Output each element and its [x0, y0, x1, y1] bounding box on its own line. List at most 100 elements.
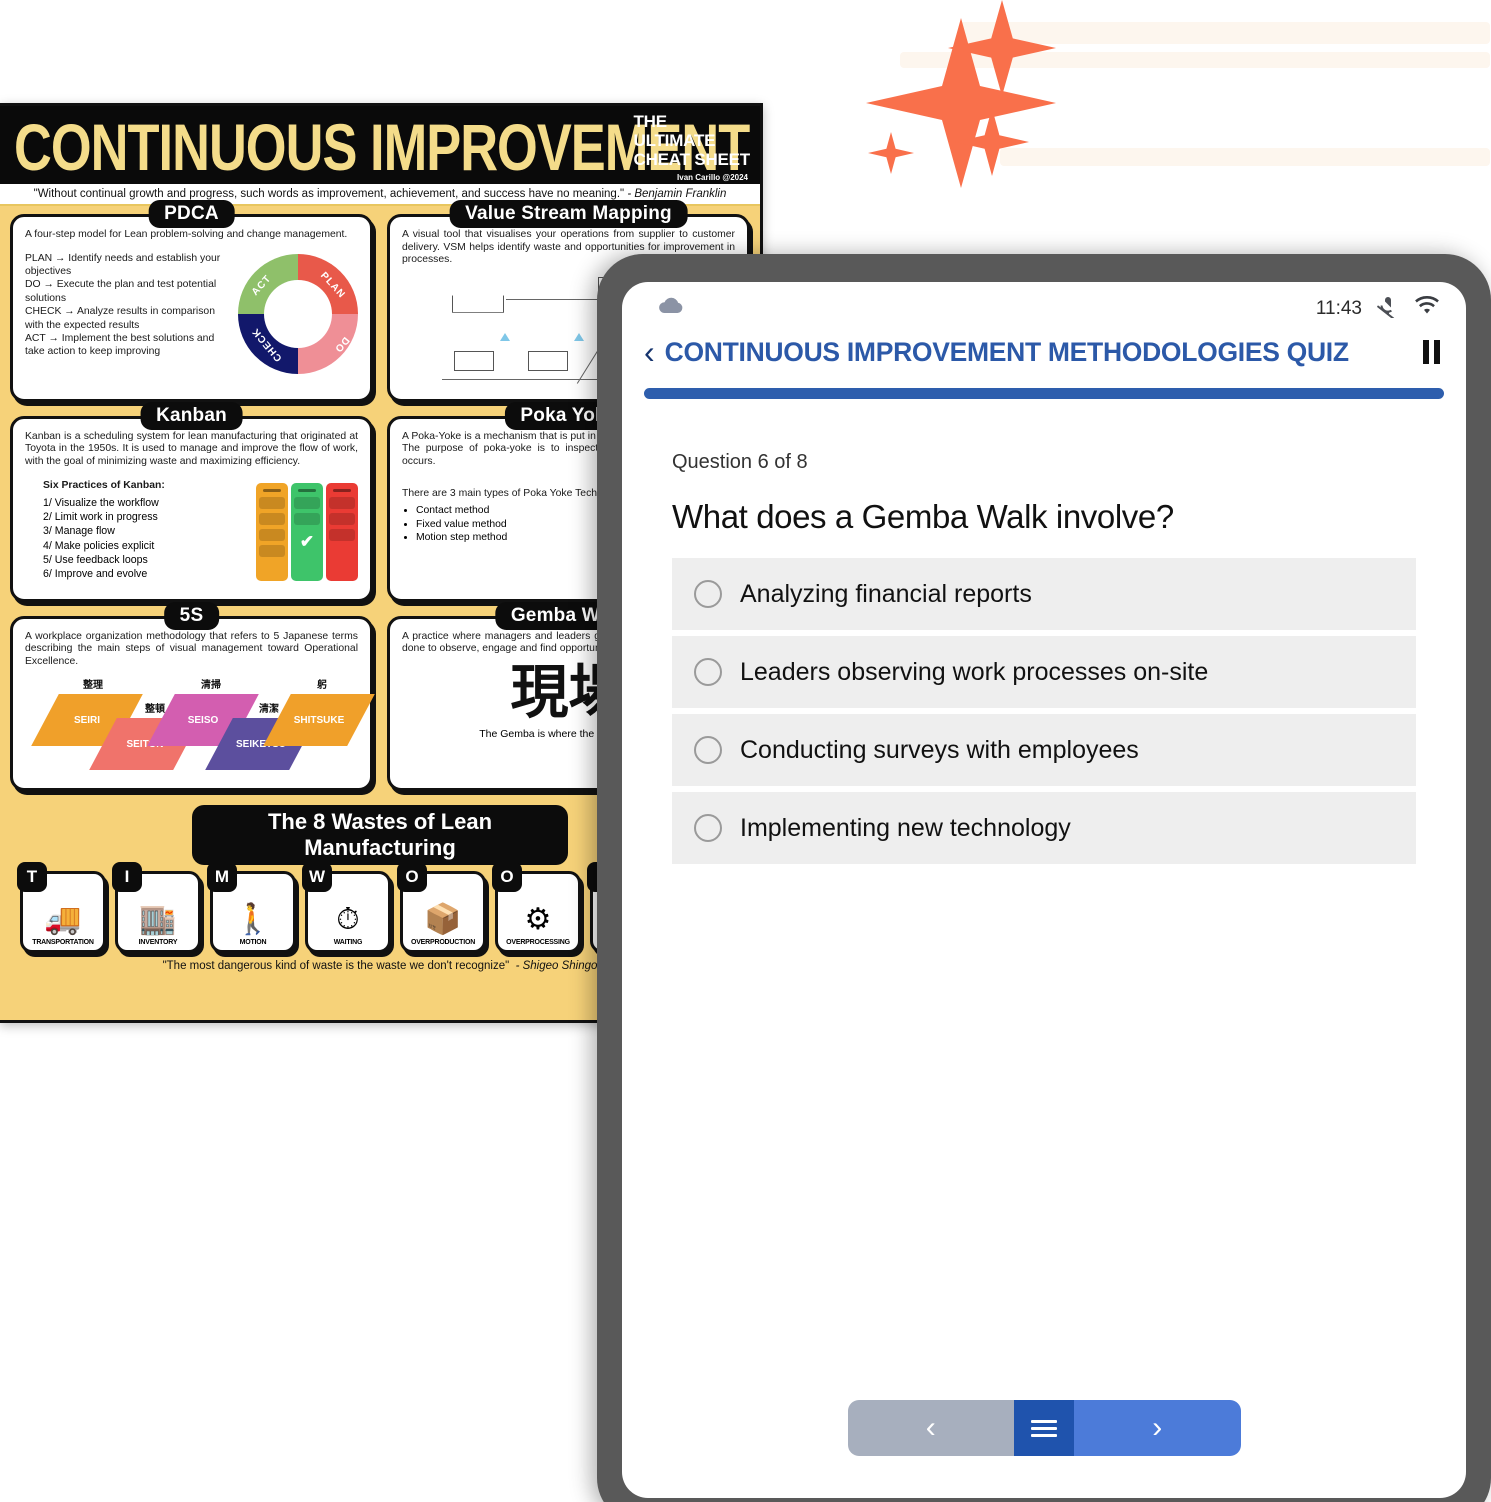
kanban-column-todo	[256, 482, 288, 582]
poster-header: CONTINUOUS IMPROVEMENT THE ULTIMATE CHEA…	[0, 106, 760, 184]
answer-option-label: Implementing new technology	[740, 813, 1071, 842]
waste-letter: M	[207, 861, 237, 892]
sparkle-star-icon	[868, 132, 914, 174]
gear-icon: ⚙	[524, 902, 552, 936]
list-item: 4/ Make policies explicit	[43, 539, 155, 552]
decor-band	[1000, 148, 1490, 166]
answer-options-list: Analyzing financial reports Leaders obse…	[672, 558, 1416, 864]
card-5s: 5S A workplace organization methodology …	[10, 601, 375, 791]
card-intro: A workplace organization methodology tha…	[25, 630, 358, 667]
card-kanban: Kanban Kanban is a scheduling system for…	[10, 401, 373, 602]
kanban-column-header	[262, 488, 282, 492]
hamburger-menu-icon	[1031, 1416, 1057, 1441]
answer-option-1[interactable]: Analyzing financial reports	[672, 558, 1416, 630]
status-bar: 11:43	[622, 282, 1466, 326]
card-pdca: PDCA A four-step model for Lean problem-…	[10, 200, 373, 402]
chevron-right-icon: ›	[1152, 1411, 1163, 1444]
waste-letter: W	[302, 861, 332, 892]
fives-label: SHITSUKE	[293, 714, 345, 726]
vsm-process-box	[454, 350, 494, 371]
quiz-header: ‹ CONTINUOUS IMPROVEMENT METHODOLOGIES Q…	[622, 326, 1466, 378]
poster-quote-text: "Without continual growth and progress, …	[33, 188, 625, 200]
answer-option-label: Leaders observing work processes on-site	[740, 657, 1209, 686]
waste-letter: O	[492, 861, 522, 892]
kanban-column-header	[297, 488, 317, 492]
progress-bar-container	[622, 378, 1466, 399]
chevron-left-icon: ‹	[925, 1411, 936, 1444]
radio-button-icon[interactable]	[694, 580, 722, 608]
waste-name: INVENTORY	[138, 938, 178, 946]
question-menu-button[interactable]	[1014, 1400, 1074, 1456]
waste-transportation: T 🚚 TRANSPORTATION	[17, 861, 106, 953]
card-intro: A four-step model for Lean problem-solvi…	[25, 229, 348, 240]
waste-motion: M 🚶 MOTION	[207, 861, 296, 953]
waste-name: MOTION	[239, 938, 267, 946]
vsm-supplier-icon	[452, 291, 504, 313]
pause-button[interactable]	[1423, 340, 1440, 364]
poster-credit: Ivan Carillo @2024	[677, 173, 748, 182]
answer-option-label: Conducting surveys with employees	[740, 735, 1139, 764]
screenshot-root: CONTINUOUS IMPROVEMENT THE ULTIMATE CHEA…	[0, 0, 1491, 1502]
wastes-title: The 8 Wastes of Lean Manufacturing	[192, 804, 568, 865]
kanban-practices-list: 1/ Visualize the workflow 2/ Limit work …	[43, 496, 250, 581]
previous-question-button[interactable]: ‹	[847, 1400, 1014, 1456]
tablet-device-frame: 11:43 ‹ CONTINUOUS IMPROVEMENT METHODOLO…	[597, 254, 1491, 1502]
pdca-steps: PLAN → Identify needs and establish your…	[25, 252, 221, 358]
fives-block-shitsuke: SHITSUKE	[263, 694, 375, 747]
donut-label-act: ACT	[249, 272, 274, 298]
kanji-shitsuke: 躬	[317, 680, 327, 692]
waste-name: OVERPROCESSING	[506, 938, 570, 946]
waste-name: OVERPRODUCTION	[410, 938, 476, 946]
waste-overproduction: O 📦 OVERPRODUCTION	[397, 861, 486, 953]
status-right-group: 11:43	[1316, 294, 1440, 323]
vsm-arrow	[506, 298, 598, 300]
list-item: 1/ Visualize the workflow	[43, 496, 159, 509]
cloud-icon	[658, 296, 684, 319]
progress-bar	[644, 388, 1444, 399]
status-time: 11:43	[1315, 297, 1362, 319]
answer-option-2[interactable]: Leaders observing work processes on-site	[672, 636, 1416, 708]
walking-person-icon: 🚶	[234, 902, 272, 936]
kanji-seiso: 清掃	[201, 680, 221, 692]
question-text: What does a Gemba Walk involve?	[672, 498, 1174, 535]
kanban-column-done	[326, 482, 358, 582]
answer-option-4[interactable]: Implementing new technology	[672, 792, 1416, 864]
quiz-body: Question 6 of 8 What does a Gemba Walk i…	[622, 399, 1466, 864]
radio-button-icon[interactable]	[694, 658, 722, 686]
nav-button-group: ‹ ›	[847, 1400, 1241, 1456]
list-item: 3/ Manage flow	[43, 525, 115, 538]
list-item: 6/ Improve and evolve	[43, 567, 148, 580]
kanban-column-header	[332, 488, 352, 492]
pdca-donut-chart: PLAN DO CHECK ACT	[238, 253, 358, 374]
kanji-seiri: 整理	[83, 680, 103, 692]
bottom-navigation: ‹ ›	[622, 1400, 1466, 1456]
kanban-card	[259, 512, 285, 525]
card-chip: Value Stream Mapping	[449, 200, 688, 228]
waste-inventory: I 🏬 INVENTORY	[112, 861, 201, 953]
poster-subtitle: THE ULTIMATE CHEAT SHEET	[634, 112, 751, 169]
card-chip: 5S	[163, 601, 220, 630]
vsm-inventory-triangle	[574, 332, 584, 341]
kanban-board-graphic: ✔	[256, 482, 358, 582]
waste-letter: T	[17, 861, 47, 892]
fives-diagram: 整理 整頓 清掃 清潔 躬 SEIRI SEITON SEISO SEIKETS…	[25, 676, 375, 771]
list-item: 5/ Use feedback loops	[43, 553, 148, 566]
card-chip: Kanban	[140, 401, 243, 430]
radio-button-icon[interactable]	[694, 814, 722, 842]
question-counter: Question 6 of 8	[672, 451, 808, 473]
donut-label-check: CHECK	[250, 325, 285, 364]
vsm-process-box	[528, 350, 568, 371]
poster-quote-author: - Benjamin Franklin	[627, 188, 727, 200]
decor-band	[960, 22, 1490, 44]
kanban-card	[329, 512, 355, 525]
wastes-quote-author: - Shigeo Shingo	[515, 959, 598, 972]
list-item: 2/ Limit work in progress	[43, 511, 158, 524]
quiz-title: CONTINUOUS IMPROVEMENT METHODOLOGIES QUI…	[664, 336, 1349, 367]
kanban-card	[259, 544, 285, 557]
next-question-button[interactable]: ›	[1074, 1400, 1241, 1456]
radio-button-icon[interactable]	[694, 736, 722, 764]
waste-letter: O	[397, 861, 427, 892]
mic-muted-icon	[1376, 294, 1400, 323]
kanban-list-title: Six Practices of Kanban:	[43, 479, 165, 491]
answer-option-3[interactable]: Conducting surveys with employees	[672, 714, 1416, 786]
